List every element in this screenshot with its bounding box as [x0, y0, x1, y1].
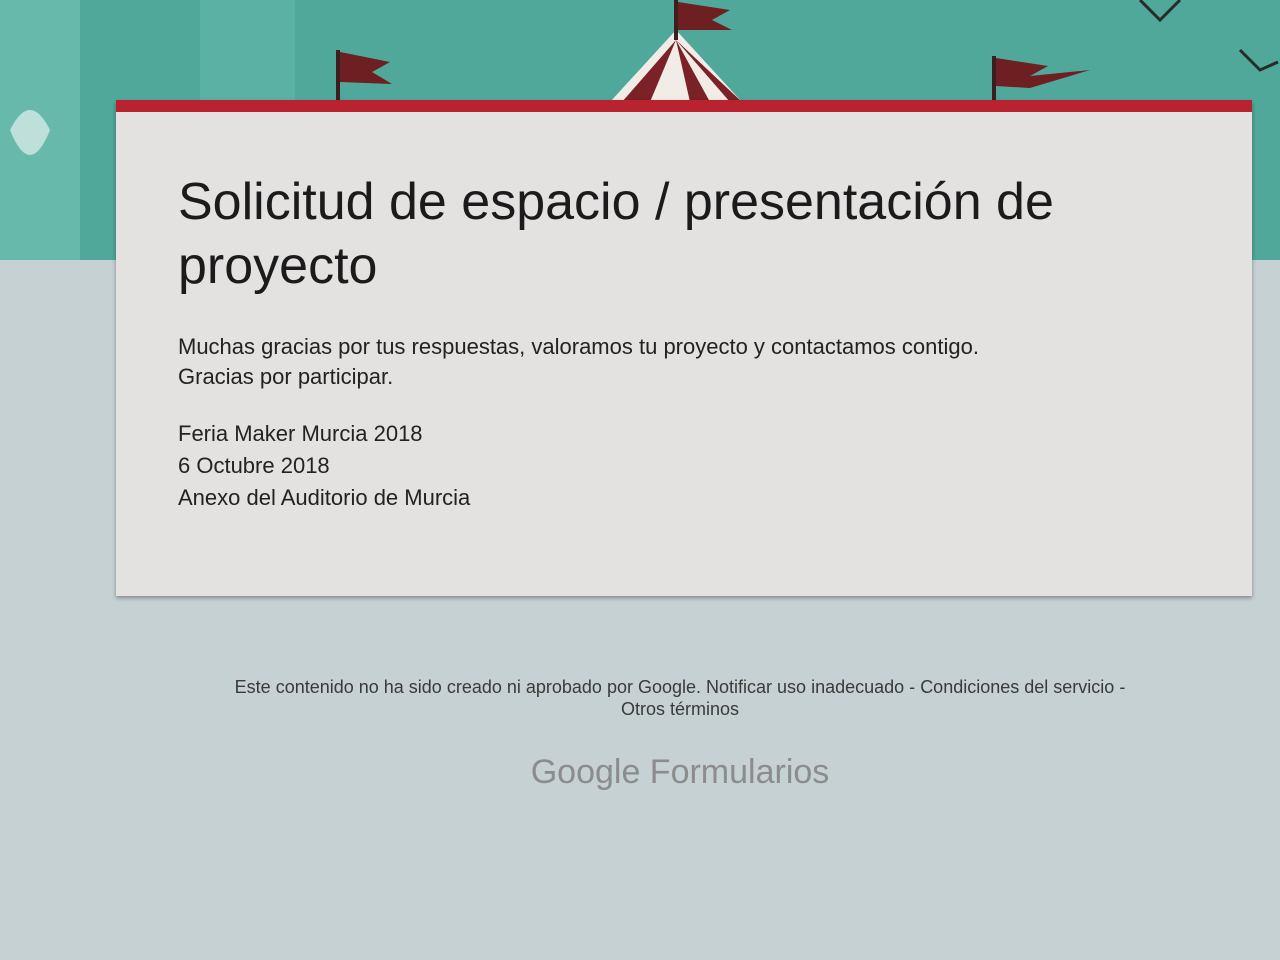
confirmation-line: Gracias por participar.	[178, 364, 394, 389]
terms-of-service-link[interactable]: Condiciones del servicio	[920, 677, 1114, 697]
disclaimer-text: Este contenido no ha sido creado ni apro…	[234, 677, 702, 697]
google-forms-logo[interactable]: Google Formularios	[430, 750, 930, 794]
confirmation-card: Solicitud de espacio / presentación de p…	[116, 100, 1252, 596]
other-terms-link[interactable]: Otros términos	[621, 699, 739, 719]
event-details: Feria Maker Murcia 2018 6 Octubre 2018 A…	[178, 418, 978, 514]
confirmation-message: Muchas gracias por tus respuestas, valor…	[178, 332, 1178, 392]
event-date: 6 Octubre 2018	[178, 453, 330, 478]
separator: -	[1119, 677, 1126, 697]
confirmation-line: Muchas gracias por tus respuestas, valor…	[178, 334, 979, 359]
form-title: Solicitud de espacio / presentación de p…	[178, 173, 1054, 295]
event-location: Anexo del Auditorio de Murcia	[178, 485, 471, 510]
card-accent-bar	[116, 100, 1252, 112]
separator: -	[909, 677, 916, 697]
report-abuse-link[interactable]: Notificar uso inadecuado	[706, 677, 904, 697]
footer-disclaimer: Este contenido no ha sido creado ni apro…	[140, 676, 1220, 720]
event-name: Feria Maker Murcia 2018	[178, 421, 423, 446]
